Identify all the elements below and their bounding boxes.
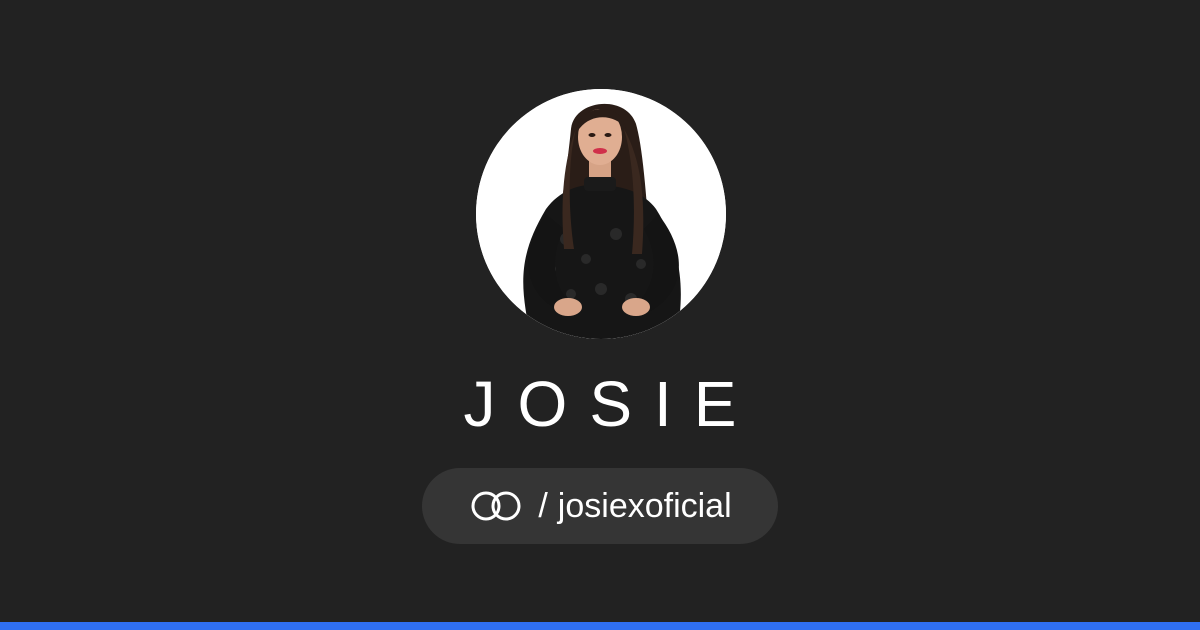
linked-rings-icon [471,491,521,521]
profile-handle-link[interactable]: / josiexoficial [422,468,778,544]
accent-bar [0,622,1200,630]
profile-photo [476,89,726,339]
handle-separator: / [538,486,548,525]
profile-share-card: JOSIE / josiexoficial [0,0,1200,630]
profile-name: JOSIE [463,368,759,440]
profile-handle: josiexoficial [557,486,732,525]
avatar [476,89,726,339]
